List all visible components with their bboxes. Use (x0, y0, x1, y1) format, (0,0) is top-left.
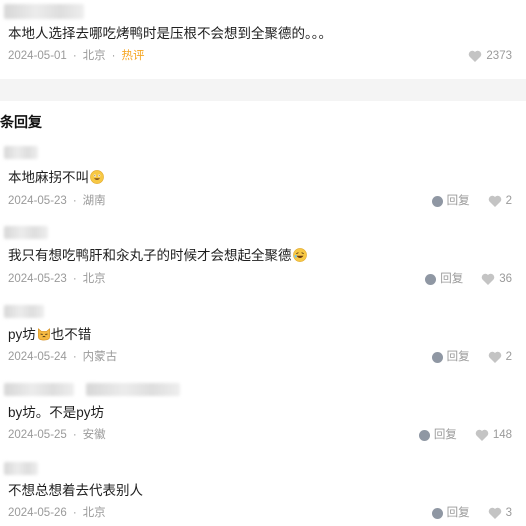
reply-button[interactable]: 回复 (425, 272, 463, 286)
reply-location: 内蒙古 (82, 351, 118, 363)
blurred-username (4, 226, 48, 239)
reply-meta: 2024-05-25 · 安徽 (8, 428, 106, 442)
reply-meta: 2024-05-24 · 内蒙古 (8, 350, 117, 364)
reply-meta: 2024-05-23 · 北京 (8, 272, 106, 286)
reply-text: py坊 也不错 (8, 327, 92, 342)
blurred-username (4, 146, 38, 159)
reply-button[interactable]: 回复 (431, 350, 470, 364)
blurred-username (86, 383, 180, 396)
blurred-username (4, 383, 74, 396)
reply-location: 北京 (82, 273, 106, 285)
reply-text: 本地麻拐不叫 (8, 169, 104, 187)
comment-location: 北京 (82, 50, 106, 62)
comment-bubble-icon (431, 351, 443, 363)
comment-date: 2024-05-01 (8, 50, 67, 62)
reply-text: 不想总想着去代表别人 (8, 483, 143, 498)
separator-dot: · (72, 507, 77, 519)
like-button[interactable]: 3 (488, 506, 512, 520)
replies-header: 条回复 (0, 114, 42, 130)
separator-dot: · (72, 273, 77, 285)
comment-text: 本地人选择去哪吃烤鸭时是压根不会想到全聚德的。。。 (8, 26, 332, 41)
heart-icon (488, 507, 501, 519)
reply-actions: 回复 2 (431, 194, 512, 208)
laughing-face-icon (292, 248, 307, 262)
like-button[interactable]: 148 (475, 428, 512, 442)
reply-button-label: 回复 (440, 273, 464, 285)
blurred-username (4, 4, 84, 19)
comment-bubble-icon (425, 273, 437, 285)
like-button[interactable]: 2373 (468, 49, 512, 63)
heart-icon (469, 50, 482, 62)
comment-bubble-icon (431, 507, 443, 519)
reply-date: 2024-05-24 (8, 351, 67, 363)
like-count: 2 (505, 195, 512, 207)
like-button[interactable]: 36 (481, 272, 512, 286)
reply-date: 2024-05-23 (8, 195, 67, 207)
reply-actions: 回复 2 (431, 350, 512, 364)
heart-icon (488, 195, 501, 207)
reply-date: 2024-05-25 (8, 429, 67, 441)
separator-dot: · (72, 351, 77, 363)
heart-icon (488, 351, 501, 363)
comment-meta: 2024-05-01 · 北京 · 热评 (8, 49, 145, 63)
reply-location: 北京 (82, 507, 106, 519)
comment-bubble-icon (431, 195, 443, 207)
reply-location: 湖南 (82, 195, 106, 207)
reply-date: 2024-05-23 (8, 273, 67, 285)
reply-location: 安徽 (82, 429, 106, 441)
separator-dot: · (72, 195, 77, 207)
reply-button[interactable]: 回复 (431, 506, 470, 520)
reply-text: by坊。不是py坊 (8, 405, 105, 420)
separator-dot: · (111, 50, 116, 62)
separator-dot: · (72, 50, 77, 62)
comment-actions: 2373 (468, 49, 512, 63)
blurred-username (4, 305, 44, 318)
hot-badge: 热评 (121, 50, 145, 62)
like-count: 2373 (486, 50, 512, 62)
reply-actions: 回复 3 (431, 506, 512, 520)
reply-button-label: 回复 (446, 507, 470, 519)
reply-meta: 2024-05-26 · 北京 (8, 506, 106, 520)
like-count: 36 (499, 273, 512, 285)
reply-meta: 2024-05-23 · 湖南 (8, 194, 106, 208)
reply-button-label: 回复 (446, 351, 470, 363)
like-count: 3 (505, 507, 512, 519)
reply-button[interactable]: 回复 (431, 194, 470, 208)
separator-dot: · (72, 429, 77, 441)
reply-actions: 回复 148 (418, 428, 512, 442)
reply-button[interactable]: 回复 (418, 428, 457, 442)
like-count: 148 (492, 429, 512, 441)
cat-face-icon (37, 328, 50, 341)
reply-text: 我只有想吃鸭肝和汆丸子的时候才会想起全聚德 (8, 247, 307, 265)
reply-button-label: 回复 (433, 429, 457, 441)
reply-button-label: 回复 (446, 195, 470, 207)
section-divider (0, 79, 526, 101)
like-button[interactable]: 2 (488, 194, 512, 208)
reply-actions: 回复 36 (425, 272, 512, 286)
like-button[interactable]: 2 (488, 350, 512, 364)
reply-date: 2024-05-26 (8, 507, 67, 519)
comment-bubble-icon (418, 429, 430, 441)
like-count: 2 (505, 351, 512, 363)
heart-icon (481, 273, 495, 285)
blurred-username (4, 462, 38, 475)
grinning-face-icon (90, 170, 104, 184)
heart-icon (475, 429, 489, 441)
